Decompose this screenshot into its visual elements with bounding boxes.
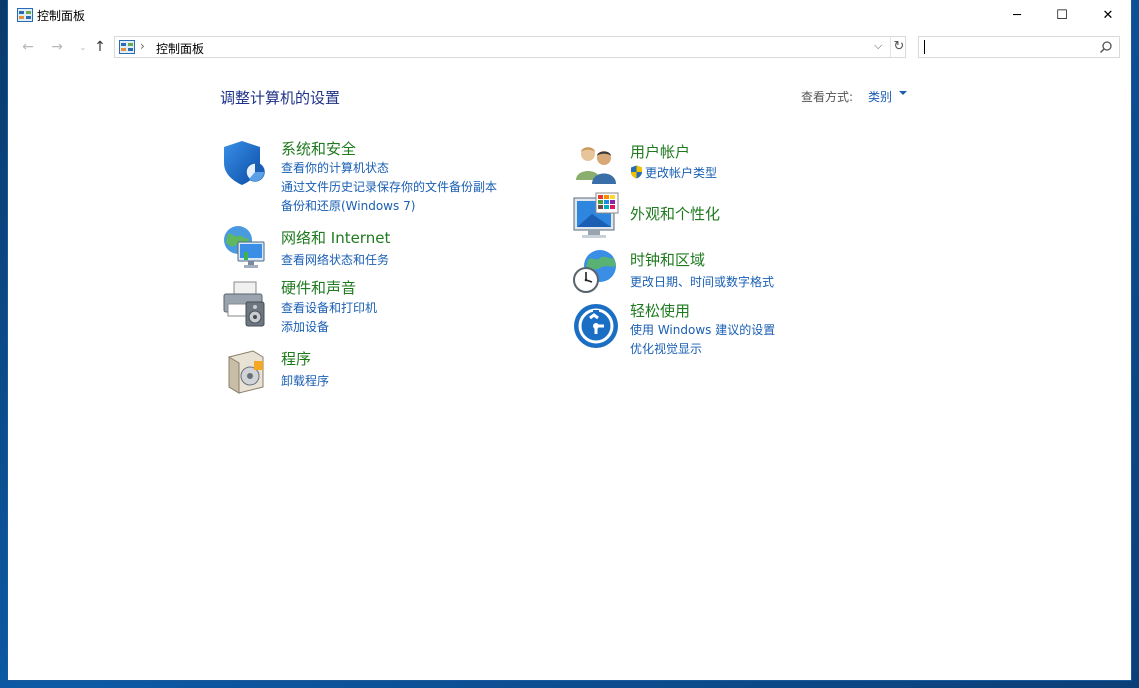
shield-icon[interactable]	[220, 139, 268, 187]
monitor-palette-icon[interactable]	[572, 192, 620, 240]
close-button[interactable]: ✕	[1085, 0, 1131, 31]
breadcrumb-control-panel[interactable]: 控制面板	[156, 40, 204, 57]
link-uninstall-program[interactable]: 卸载程序	[281, 372, 329, 389]
view-by-label: 查看方式:	[801, 90, 854, 104]
link-change-account-type[interactable]: 更改帐户类型	[630, 164, 717, 181]
control-panel-window: 控制面板 ─ ☐ ✕ ← → ⌄ ↑ › 控制面板 ⌵ ↻ 调整计算机的设置 查…	[8, 0, 1131, 680]
forward-button[interactable]: →	[48, 38, 66, 56]
link-devices-printers[interactable]: 查看设备和打印机	[281, 299, 377, 316]
view-by-dropdown[interactable]: 类别	[868, 88, 892, 105]
up-button[interactable]: ↑	[91, 38, 109, 56]
category-ease-of-access[interactable]: 轻松使用	[630, 300, 690, 321]
control-panel-icon	[119, 40, 135, 54]
window-title: 控制面板	[37, 9, 86, 23]
link-file-history-backup[interactable]: 通过文件历史记录保存你的文件备份副本	[281, 178, 497, 195]
users-icon[interactable]	[572, 140, 620, 188]
program-disc-icon[interactable]	[223, 347, 271, 395]
search-icon[interactable]	[1099, 40, 1113, 54]
text-caret	[924, 40, 925, 54]
address-dropdown-button[interactable]: ⌵	[874, 39, 882, 53]
category-system-security[interactable]: 系统和安全	[281, 138, 356, 159]
link-backup-restore[interactable]: 备份和还原(Windows 7)	[281, 197, 415, 214]
search-input[interactable]	[918, 36, 1120, 58]
link-change-account-type-label: 更改帐户类型	[645, 166, 718, 180]
maximize-button[interactable]: ☐	[1039, 0, 1085, 31]
category-appearance-personalization[interactable]: 外观和个性化	[630, 203, 720, 224]
category-user-accounts[interactable]: 用户帐户	[630, 141, 690, 162]
link-windows-recommended-settings[interactable]: 使用 Windows 建议的设置	[630, 321, 775, 338]
back-button[interactable]: ←	[19, 38, 37, 56]
link-optimize-visual-display[interactable]: 优化视觉显示	[630, 340, 702, 357]
clock-globe-icon[interactable]	[572, 248, 620, 296]
printer-speaker-icon[interactable]	[220, 280, 268, 328]
category-network-internet[interactable]: 网络和 Internet	[281, 227, 390, 248]
refresh-button[interactable]: ↻	[890, 37, 907, 57]
control-panel-icon	[17, 8, 33, 22]
category-clock-region[interactable]: 时钟和区域	[630, 249, 705, 270]
title-bar[interactable]: 控制面板 ─ ☐ ✕	[8, 0, 1131, 31]
uac-shield-icon	[631, 165, 642, 179]
navigation-bar: ← → ⌄ ↑ › 控制面板 ⌵ ↻	[8, 32, 1131, 62]
link-view-computer-status[interactable]: 查看你的计算机状态	[281, 159, 389, 176]
category-hardware-sound[interactable]: 硬件和声音	[281, 277, 356, 298]
link-network-status[interactable]: 查看网络状态和任务	[281, 251, 389, 268]
category-programs[interactable]: 程序	[281, 348, 311, 369]
breadcrumb-separator-icon[interactable]: ›	[140, 39, 145, 53]
ease-of-access-icon[interactable]	[572, 302, 620, 350]
chevron-down-icon[interactable]	[899, 91, 907, 95]
link-add-device[interactable]: 添加设备	[281, 318, 329, 335]
page-title: 调整计算机的设置	[220, 89, 341, 107]
link-change-date-time-format[interactable]: 更改日期、时间或数字格式	[630, 273, 774, 290]
network-globe-icon[interactable]	[220, 224, 268, 272]
recent-locations-button[interactable]: ⌄	[74, 38, 92, 56]
address-bar[interactable]: › 控制面板 ⌵ ↻	[114, 36, 906, 58]
minimize-button[interactable]: ─	[994, 0, 1040, 31]
